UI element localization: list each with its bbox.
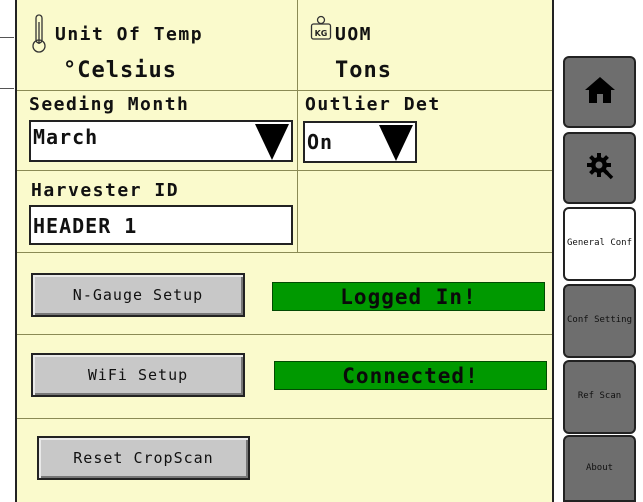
n-gauge-setup-button[interactable]: N-Gauge Setup — [31, 273, 245, 317]
column-divider — [297, 0, 298, 252]
n-gauge-status: Logged In! — [272, 282, 545, 311]
uom-value[interactable]: Tons — [335, 58, 392, 83]
settings-button[interactable] — [563, 132, 636, 204]
tab-ref-scan[interactable]: Ref Scan — [563, 360, 636, 434]
harvester-id-label: Harvester ID — [31, 180, 180, 201]
wifi-setup-button[interactable]: WiFi Setup — [31, 353, 245, 397]
config-panel: Unit Of Temp °Celsius KG UOM Tons Seedin… — [15, 0, 554, 502]
unit-of-temp-value[interactable]: °Celsius — [63, 58, 177, 83]
home-icon — [584, 76, 616, 107]
unit-of-temp-label: Unit Of Temp — [55, 24, 204, 45]
dropdown-arrow-icon — [255, 124, 289, 160]
seeding-month-label: Seeding Month — [29, 94, 190, 115]
weight-icon: KG — [310, 15, 332, 45]
outlier-det-label: Outlier Det — [305, 94, 441, 115]
row-divider — [17, 418, 552, 419]
outlier-det-dropdown[interactable]: On — [303, 121, 417, 163]
tab-general-conf[interactable]: General Conf — [563, 207, 636, 281]
svg-text:KG: KG — [315, 29, 328, 38]
seeding-month-dropdown[interactable]: March — [29, 120, 293, 162]
left-divider-bottom — [0, 88, 14, 89]
harvester-id-field[interactable]: HEADER 1 — [29, 205, 293, 245]
home-button[interactable] — [563, 56, 636, 128]
dropdown-arrow-icon — [379, 125, 413, 161]
harvester-id-value: HEADER 1 — [33, 214, 138, 238]
uom-label: UOM — [335, 24, 373, 45]
seeding-month-value: March — [33, 125, 99, 149]
row-divider — [17, 334, 552, 335]
tab-about[interactable]: About — [563, 435, 636, 502]
tab-conf-setting[interactable]: Conf Setting — [563, 284, 636, 358]
thermometer-icon — [31, 14, 47, 58]
left-divider-top — [0, 37, 14, 38]
row-divider — [17, 252, 552, 253]
reset-cropscan-button[interactable]: Reset CropScan — [37, 436, 250, 480]
row-divider — [17, 170, 552, 171]
gear-wrench-icon — [586, 152, 614, 183]
outlier-det-value: On — [307, 130, 334, 154]
wifi-status: Connected! — [274, 361, 547, 390]
row-divider — [17, 90, 552, 91]
